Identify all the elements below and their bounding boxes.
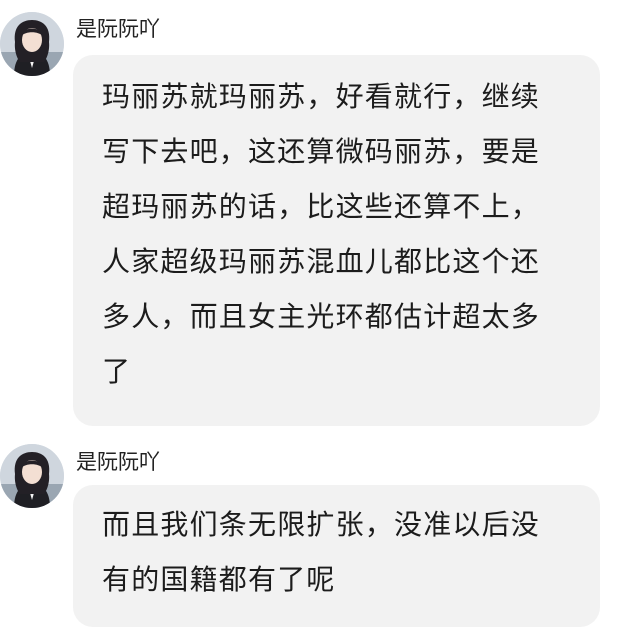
- message-text-line: 有的国籍都有了呢: [102, 563, 336, 596]
- message-text-line: 多人，而且女主光环都估计超太多: [102, 300, 541, 333]
- message-text-line: 写下去吧，这还算微码丽苏，要是: [102, 135, 541, 168]
- user-avatar-icon: [0, 12, 64, 76]
- message-text-line: 而且我们条无限扩张，没准以后没: [102, 508, 541, 541]
- username[interactable]: 是阮阮吖: [76, 15, 160, 43]
- message-bubble[interactable]: 而且我们条无限扩张，没准以后没 有的国籍都有了呢: [73, 485, 600, 627]
- message-bubble[interactable]: 玛丽苏就玛丽苏，好看就行，继续 写下去吧，这还算微码丽苏，要是 超玛丽苏的话，比…: [73, 55, 600, 426]
- message-text-line: 了: [102, 355, 132, 388]
- message-text-line: 超玛丽苏的话，比这些还算不上，: [102, 190, 541, 223]
- username[interactable]: 是阮阮吖: [76, 448, 160, 476]
- user-avatar[interactable]: [0, 444, 64, 508]
- message-text-line: 人家超级玛丽苏混血儿都比这个还: [102, 245, 541, 278]
- user-avatar-icon: [0, 444, 64, 508]
- user-avatar[interactable]: [0, 12, 64, 76]
- message-text-line: 玛丽苏就玛丽苏，好看就行，继续: [102, 80, 541, 113]
